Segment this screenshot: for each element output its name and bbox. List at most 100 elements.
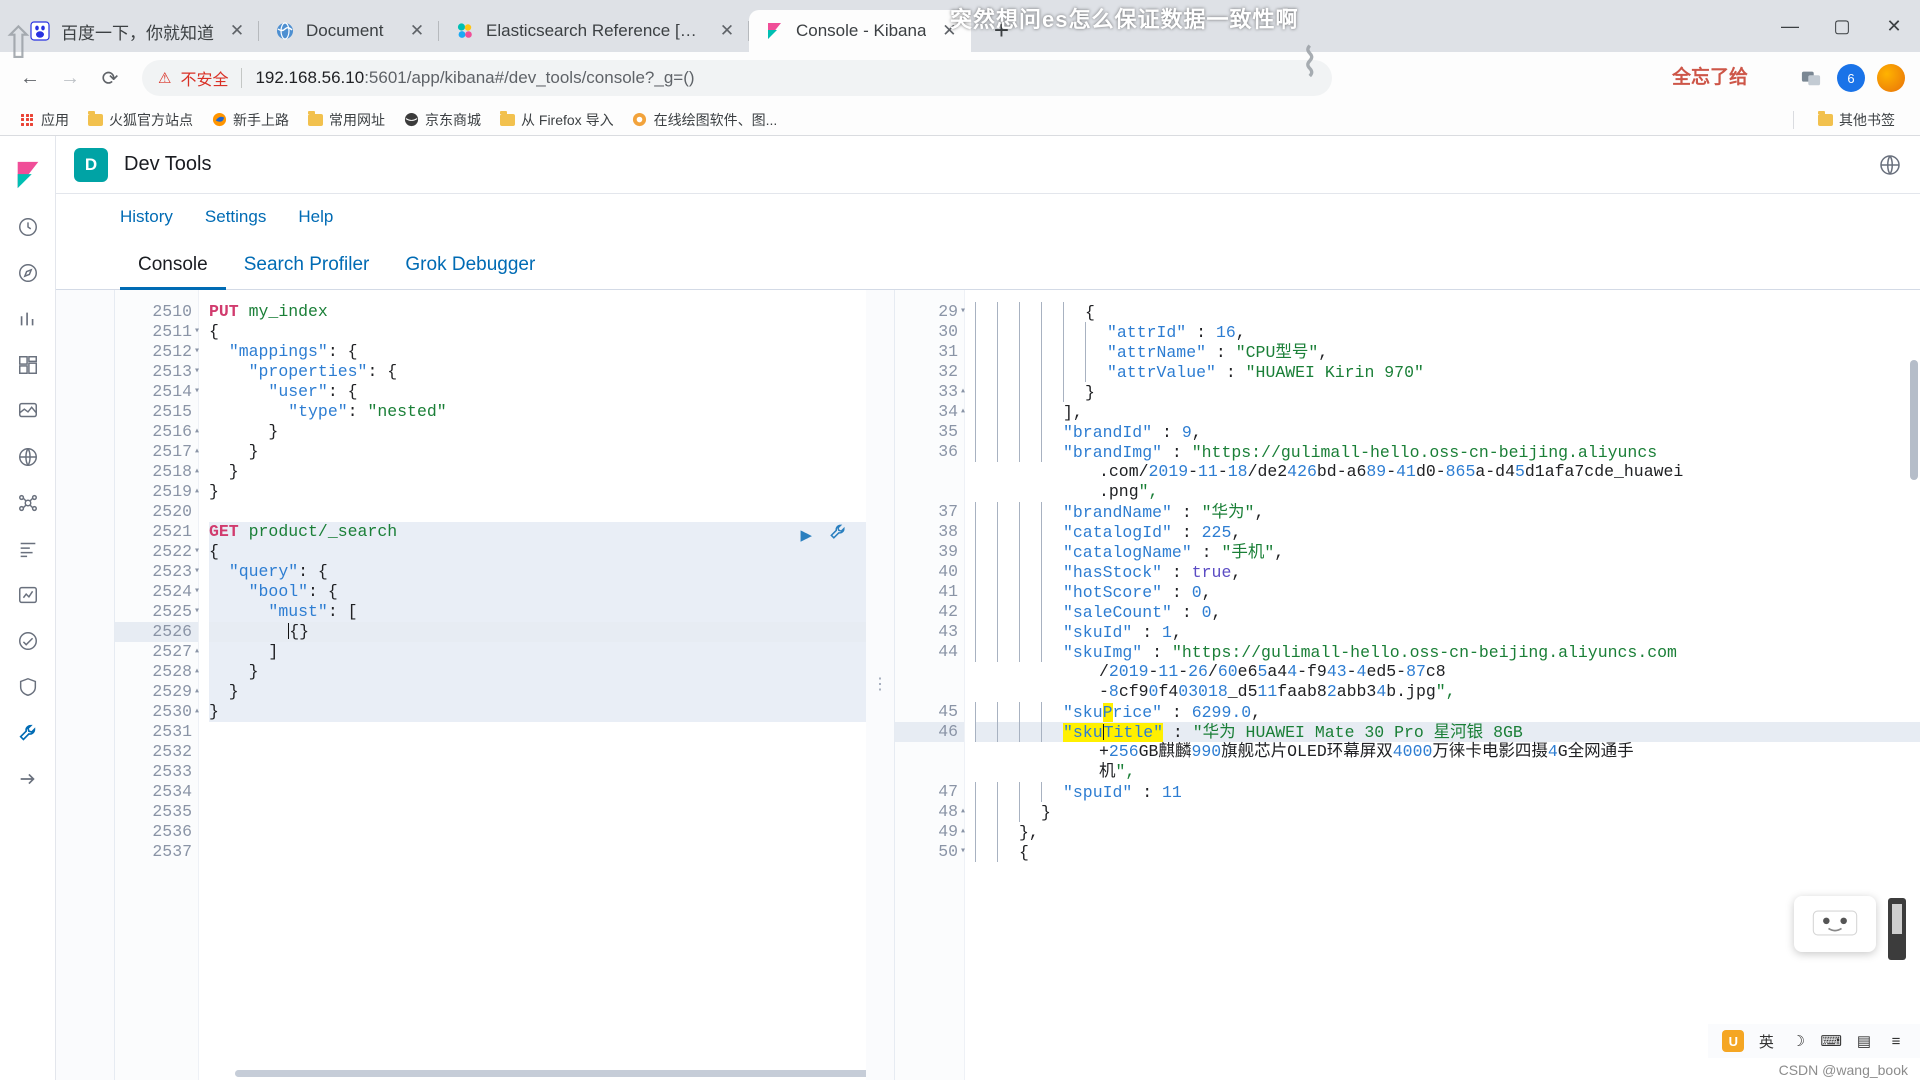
- console-pane-splitter[interactable]: ⋮: [866, 290, 894, 1080]
- code-line[interactable]: .com/2019-11-18/de2426bd-a689-41d0-865a-…: [975, 462, 1920, 482]
- close-icon[interactable]: ✕: [405, 19, 429, 43]
- ime-mode-label[interactable]: 英: [1756, 1031, 1776, 1052]
- tab-search-profiler[interactable]: Search Profiler: [226, 240, 388, 289]
- code-line[interactable]: "attrValue" : "HUAWEI Kirin 970": [975, 362, 1920, 382]
- code-line[interactable]: "brandName" : "华为",: [975, 502, 1920, 522]
- close-icon[interactable]: ✕: [715, 19, 739, 43]
- request-code[interactable]: PUT my_index{ "mappings": { "properties"…: [199, 290, 866, 1080]
- code-line[interactable]: "skuPrice" : 6299.0,: [975, 702, 1920, 722]
- dashboard-grid-icon[interactable]: [0, 342, 56, 388]
- code-line[interactable]: "bool": {: [209, 582, 866, 602]
- canvas-icon[interactable]: [0, 388, 56, 434]
- code-line[interactable]: [209, 722, 866, 742]
- bookmark-firefox-site[interactable]: 火狐官方站点: [80, 107, 200, 133]
- code-line[interactable]: -8cf90f403018_d511faab82abb34b.jpg",: [975, 682, 1920, 702]
- code-line[interactable]: "properties": {: [209, 362, 866, 382]
- help-globe-icon[interactable]: [1878, 153, 1902, 177]
- send-request-button[interactable]: ▶: [801, 526, 812, 546]
- code-line[interactable]: [209, 762, 866, 782]
- floating-widget-card[interactable]: [1794, 896, 1876, 952]
- code-line[interactable]: }: [209, 702, 866, 722]
- code-line[interactable]: PUT my_index: [209, 302, 866, 322]
- close-icon[interactable]: ✕: [225, 19, 249, 43]
- apm-uptime-icon[interactable]: [0, 618, 56, 664]
- profile-avatar[interactable]: [1874, 61, 1908, 95]
- console-response-editor[interactable]: 29 ▾ 30 31 32 33 ▴ 34 ▴ 35 36 37 38 39 40 41 42 43 44 45 4…: [894, 290, 1920, 1080]
- code-line[interactable]: [209, 742, 866, 762]
- code-line[interactable]: [209, 822, 866, 842]
- code-line[interactable]: ]: [209, 642, 866, 662]
- bookmark-getting-started[interactable]: 新手上路: [204, 107, 296, 133]
- maximize-button[interactable]: ▢: [1816, 0, 1868, 52]
- kibana-logo[interactable]: [0, 146, 56, 204]
- browser-tab-document[interactable]: Document ✕: [259, 10, 439, 52]
- forward-button[interactable]: →: [52, 60, 88, 96]
- translate-icon[interactable]: [1794, 61, 1828, 95]
- toolbox-icon[interactable]: ▤: [1854, 1032, 1874, 1050]
- code-line[interactable]: {: [209, 542, 866, 562]
- bookmark-other-folder[interactable]: 其他书签: [1810, 107, 1902, 133]
- code-line[interactable]: "attrName" : "CPU型号",: [975, 342, 1920, 362]
- code-line[interactable]: }: [975, 382, 1920, 402]
- code-line[interactable]: +256GB麒麟990旗舰芯片OLED环幕屏双4000万徕卡电影四摄4G全网通手: [975, 742, 1920, 762]
- devtools-wrench-icon[interactable]: [0, 710, 56, 756]
- code-line[interactable]: [209, 842, 866, 862]
- code-line[interactable]: "hotScore" : 0,: [975, 582, 1920, 602]
- code-line[interactable]: "saleCount" : 0,: [975, 602, 1920, 622]
- code-line[interactable]: }: [209, 442, 866, 462]
- code-line[interactable]: "spuId" : 11: [975, 782, 1920, 802]
- code-line[interactable]: "must": [: [209, 602, 866, 622]
- code-line[interactable]: [209, 502, 866, 522]
- siem-icon[interactable]: [0, 664, 56, 710]
- browser-tab-kibana-console[interactable]: Console - Kibana ✕: [749, 10, 972, 52]
- code-line[interactable]: {}: [209, 622, 866, 642]
- code-line[interactable]: [209, 802, 866, 822]
- address-bar[interactable]: ⚠ 不安全 192.168.56.10:5601/app/kibana#/dev…: [142, 60, 1332, 96]
- request-wrench-icon[interactable]: [828, 522, 848, 549]
- code-line[interactable]: }: [209, 662, 866, 682]
- code-line[interactable]: {: [975, 842, 1920, 862]
- sogou-ime-logo[interactable]: U: [1722, 1030, 1745, 1052]
- request-horizontal-scrollbar[interactable]: [235, 1070, 866, 1077]
- code-line[interactable]: "query": {: [209, 562, 866, 582]
- code-line[interactable]: "skuImg" : "https://gulimall-hello.oss-c…: [975, 642, 1920, 662]
- moon-icon[interactable]: ☽: [1788, 1032, 1808, 1050]
- console-request-editor[interactable]: 2510 2511 ▾ 2512 ▾ 2513 ▾ 2514 ▾ 2515 2516 ▴ 2517 ▴ 25…: [114, 290, 866, 1080]
- code-line[interactable]: "hasStock" : true,: [975, 562, 1920, 582]
- code-line[interactable]: }: [975, 802, 1920, 822]
- bookmark-firefox-import[interactable]: 从 Firefox 导入: [492, 107, 621, 133]
- expand-icon[interactable]: ≡: [1886, 1033, 1906, 1050]
- browser-tab-baidu[interactable]: 百度一下，你就知道 ✕: [14, 10, 259, 52]
- request-editor-surface[interactable]: 2510 2511 ▾ 2512 ▾ 2513 ▾ 2514 ▾ 2515 2516 ▴ 2517 ▴ 25…: [115, 290, 866, 1080]
- floating-scroll-widget[interactable]: [1888, 898, 1906, 960]
- response-code[interactable]: { "attrId" : 16, "attrName" : "CPU型号", "att…: [965, 290, 1920, 1080]
- subnav-item-settings[interactable]: Settings: [205, 207, 266, 227]
- tab-grok-debugger[interactable]: Grok Debugger: [387, 240, 553, 289]
- code-line[interactable]: "skuId" : 1,: [975, 622, 1920, 642]
- code-line[interactable]: {: [209, 322, 866, 342]
- browser-tab-elasticsearch[interactable]: Elasticsearch Reference [7.5] ✕: [439, 10, 749, 52]
- response-editor-surface[interactable]: 29 ▾ 30 31 32 33 ▴ 34 ▴ 35 36 37 38 39 40 41 42 43 44 45 4…: [895, 290, 1920, 1080]
- metrics-icon[interactable]: [0, 572, 56, 618]
- bookmark-drawing-tool[interactable]: 在线绘图软件、图...: [625, 107, 785, 133]
- compass-discover-icon[interactable]: [0, 250, 56, 296]
- code-line[interactable]: "catalogId" : 225,: [975, 522, 1920, 542]
- code-line[interactable]: "brandImg" : "https://gulimall-hello.oss…: [975, 442, 1920, 462]
- code-line[interactable]: },: [975, 822, 1920, 842]
- back-button[interactable]: ←: [12, 60, 48, 96]
- tab-console[interactable]: Console: [120, 240, 226, 290]
- code-line[interactable]: 机",: [975, 762, 1920, 782]
- code-line[interactable]: }: [209, 682, 866, 702]
- window-close-button[interactable]: ✕: [1868, 0, 1920, 52]
- clock-recent-icon[interactable]: [0, 204, 56, 250]
- space-avatar[interactable]: D: [74, 147, 108, 182]
- code-line[interactable]: "attrId" : 16,: [975, 322, 1920, 342]
- ml-icon[interactable]: [0, 480, 56, 526]
- keyboard-icon[interactable]: ⌨: [1820, 1032, 1842, 1050]
- code-line[interactable]: GET product/_search: [209, 522, 866, 542]
- code-line[interactable]: [209, 782, 866, 802]
- code-line[interactable]: "type": "nested": [209, 402, 866, 422]
- code-line[interactable]: }: [209, 482, 866, 502]
- management-collapse-icon[interactable]: [0, 756, 56, 802]
- subnav-item-help[interactable]: Help: [298, 207, 333, 227]
